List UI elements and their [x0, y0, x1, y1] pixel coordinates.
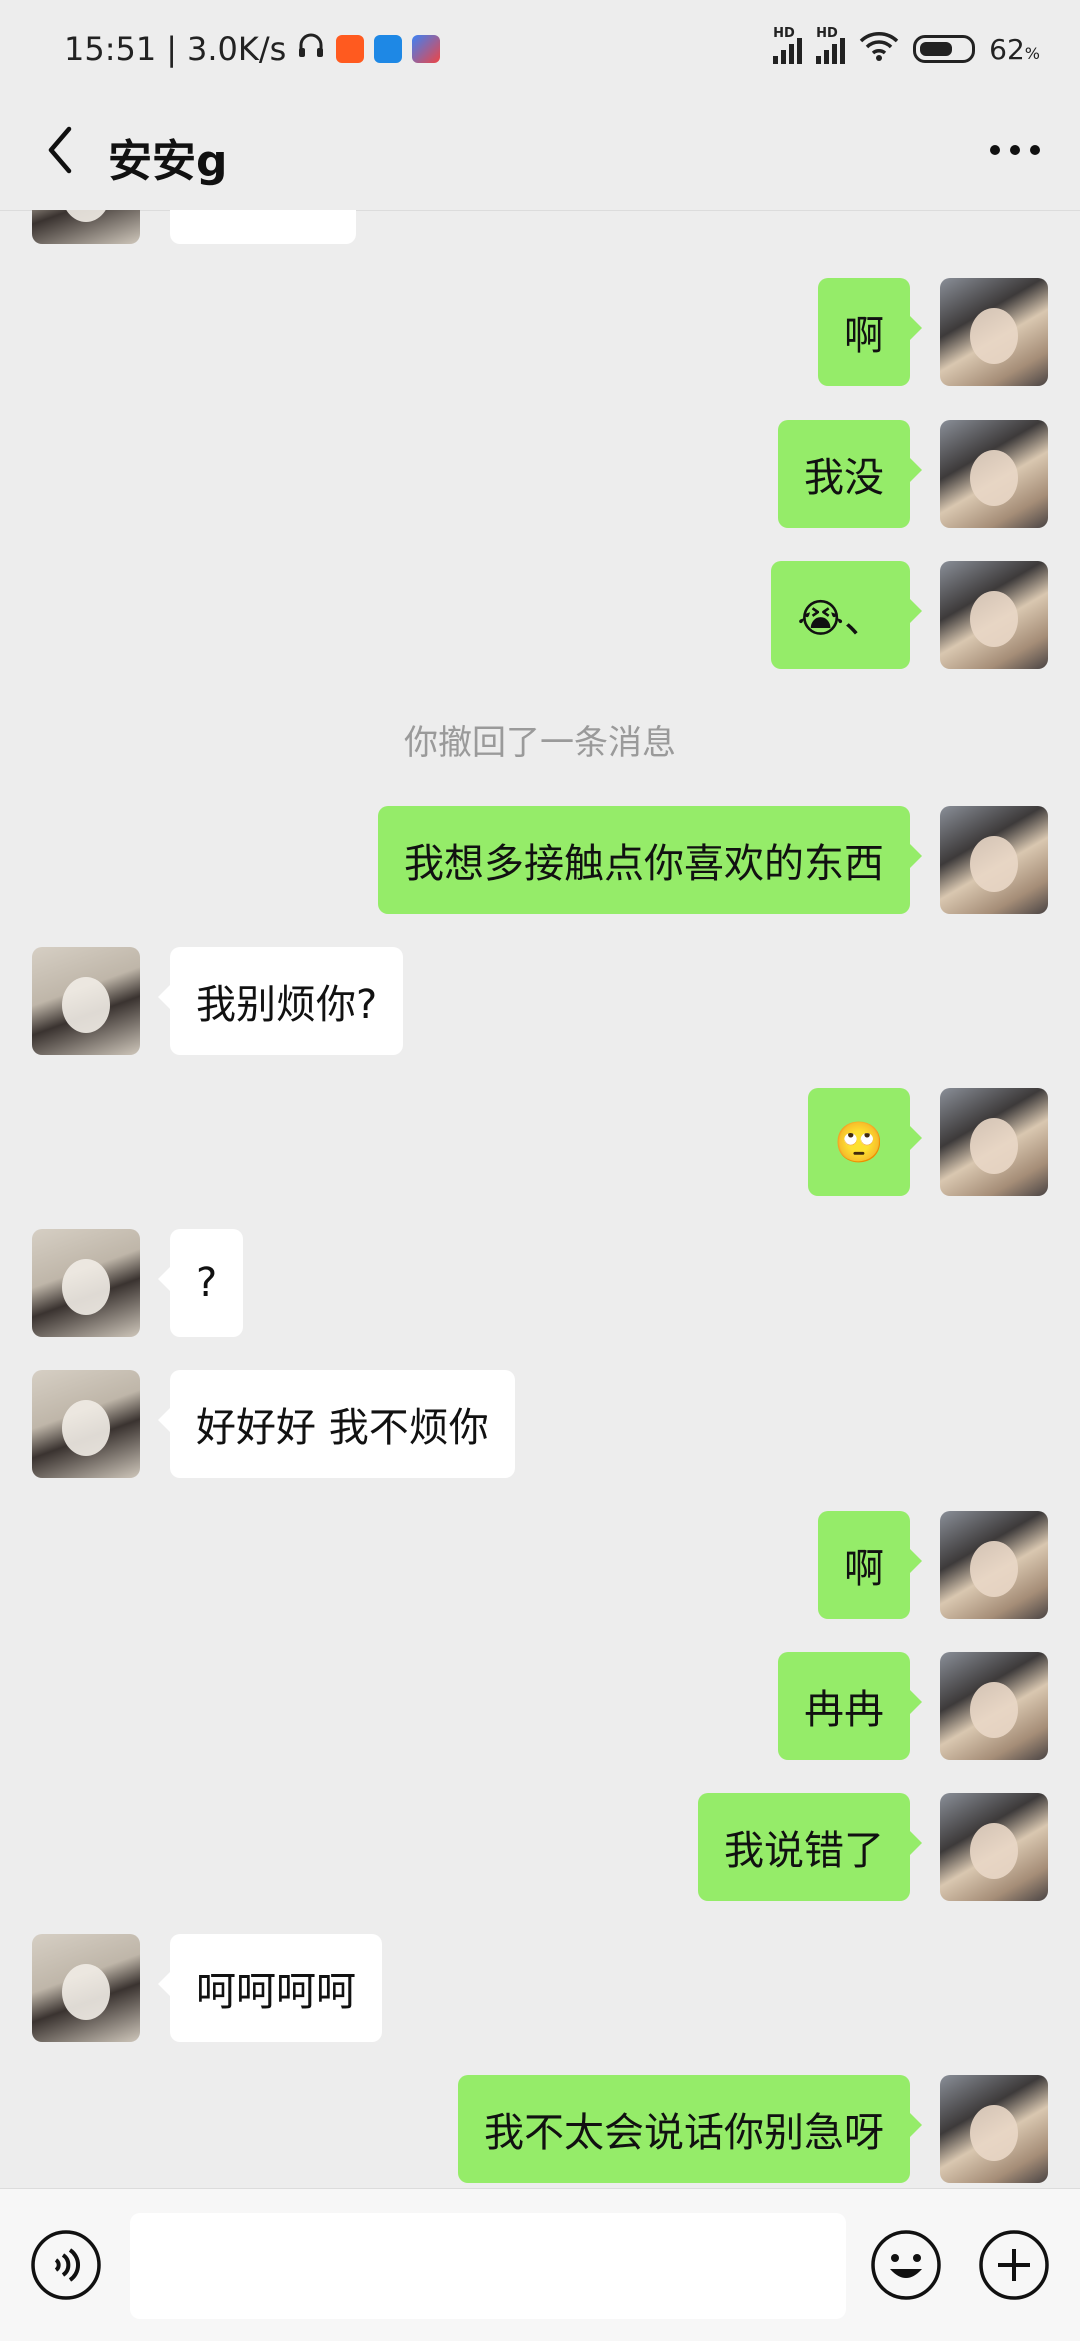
incoming-message-bubble[interactable]: ?: [157, 1229, 244, 1337]
chat-header: 安安g: [0, 95, 1080, 211]
contact-avatar[interactable]: [32, 210, 140, 244]
message-row: [0, 210, 1080, 244]
outgoing-message-bubble[interactable]: 冉冉: [778, 1652, 922, 1760]
smiley-icon: [871, 2230, 941, 2300]
recall-notice: 你撤回了一条消息: [404, 723, 676, 763]
my-avatar[interactable]: [940, 1088, 1048, 1196]
outgoing-message-bubble[interactable]: 我没: [778, 420, 922, 528]
message-row: 🙄: [0, 1088, 1080, 1196]
emoji-button[interactable]: [868, 2227, 944, 2303]
battery-level: 62%: [989, 32, 1040, 66]
outgoing-message-bubble[interactable]: 啊: [818, 278, 922, 386]
message-input[interactable]: [130, 2213, 846, 2319]
status-separator: |: [166, 30, 177, 68]
outgoing-message-bubble[interactable]: 我不太会说话你别急呀: [458, 2075, 922, 2183]
headphones-icon: [296, 30, 326, 68]
outgoing-message-bubble[interactable]: 我想多接触点你喜欢的东西: [378, 806, 922, 914]
message-row: 我别烦你?: [0, 947, 1080, 1055]
message-row: 我说错了: [0, 1793, 1080, 1901]
outgoing-message-bubble[interactable]: 😭、: [771, 561, 922, 669]
chat-message-list[interactable]: 啊 我没 😭、 你撤回了一条消息 我想多接触点你喜欢的东西 我别烦你? 🙄 ? …: [0, 210, 1080, 2188]
message-row: 啊: [0, 1511, 1080, 1619]
status-time: 15:51: [64, 30, 157, 68]
message-row: 我没: [0, 420, 1080, 528]
signal-2-icon: HD: [816, 26, 846, 64]
back-button[interactable]: [30, 120, 90, 180]
outgoing-message-bubble[interactable]: 啊: [818, 1511, 922, 1619]
my-avatar[interactable]: [940, 2075, 1048, 2183]
outgoing-message-bubble[interactable]: 我说错了: [698, 1793, 922, 1901]
contact-avatar[interactable]: [32, 1370, 140, 1478]
message-row: 好好好 我不烦你: [0, 1370, 1080, 1478]
contact-avatar[interactable]: [32, 1934, 140, 2042]
signal-1-icon: HD: [773, 26, 803, 64]
message-row: 我想多接触点你喜欢的东西: [0, 806, 1080, 914]
plus-icon: [979, 2230, 1049, 2300]
message-row: 我不太会说话你别急呀: [0, 2075, 1080, 2183]
incoming-message-bubble[interactable]: [170, 210, 356, 244]
more-options-button[interactable]: [980, 120, 1050, 180]
my-avatar[interactable]: [940, 420, 1048, 528]
message-row: 冉冉: [0, 1652, 1080, 1760]
battery-icon: [913, 35, 976, 63]
voice-input-button[interactable]: [28, 2227, 104, 2303]
contact-avatar[interactable]: [32, 947, 140, 1055]
my-avatar[interactable]: [940, 1511, 1048, 1619]
input-bar: [0, 2188, 1080, 2341]
taobao-app-icon: [336, 35, 365, 63]
my-avatar[interactable]: [940, 278, 1048, 386]
incoming-message-bubble[interactable]: 我别烦你?: [157, 947, 404, 1055]
message-row: ?: [0, 1229, 1080, 1337]
contact-avatar[interactable]: [32, 1229, 140, 1337]
message-row: 😭、: [0, 561, 1080, 669]
network-speed: 3.0K/s: [187, 30, 287, 68]
n-app-icon: [374, 35, 403, 63]
incoming-message-bubble[interactable]: 呵呵呵呵: [158, 1934, 382, 2042]
maps-app-icon: [412, 35, 441, 63]
incoming-message-bubble[interactable]: 好好好 我不烦你: [158, 1370, 515, 1478]
my-avatar[interactable]: [940, 1652, 1048, 1760]
message-row: 呵呵呵呵: [0, 1934, 1080, 2042]
status-bar: 15:51 | 3.0K/s HD HD 62%: [0, 0, 1080, 95]
outgoing-message-bubble[interactable]: 🙄: [808, 1088, 922, 1196]
chat-title: 安安g: [108, 136, 228, 187]
voice-icon: [31, 2230, 101, 2300]
wifi-icon: [859, 30, 899, 69]
my-avatar[interactable]: [940, 1793, 1048, 1901]
my-avatar[interactable]: [940, 806, 1048, 914]
my-avatar[interactable]: [940, 561, 1048, 669]
chevron-left-icon: [48, 126, 72, 174]
more-functions-button[interactable]: [976, 2227, 1052, 2303]
more-dots-icon: [990, 145, 1040, 155]
message-row: 啊: [0, 278, 1080, 386]
